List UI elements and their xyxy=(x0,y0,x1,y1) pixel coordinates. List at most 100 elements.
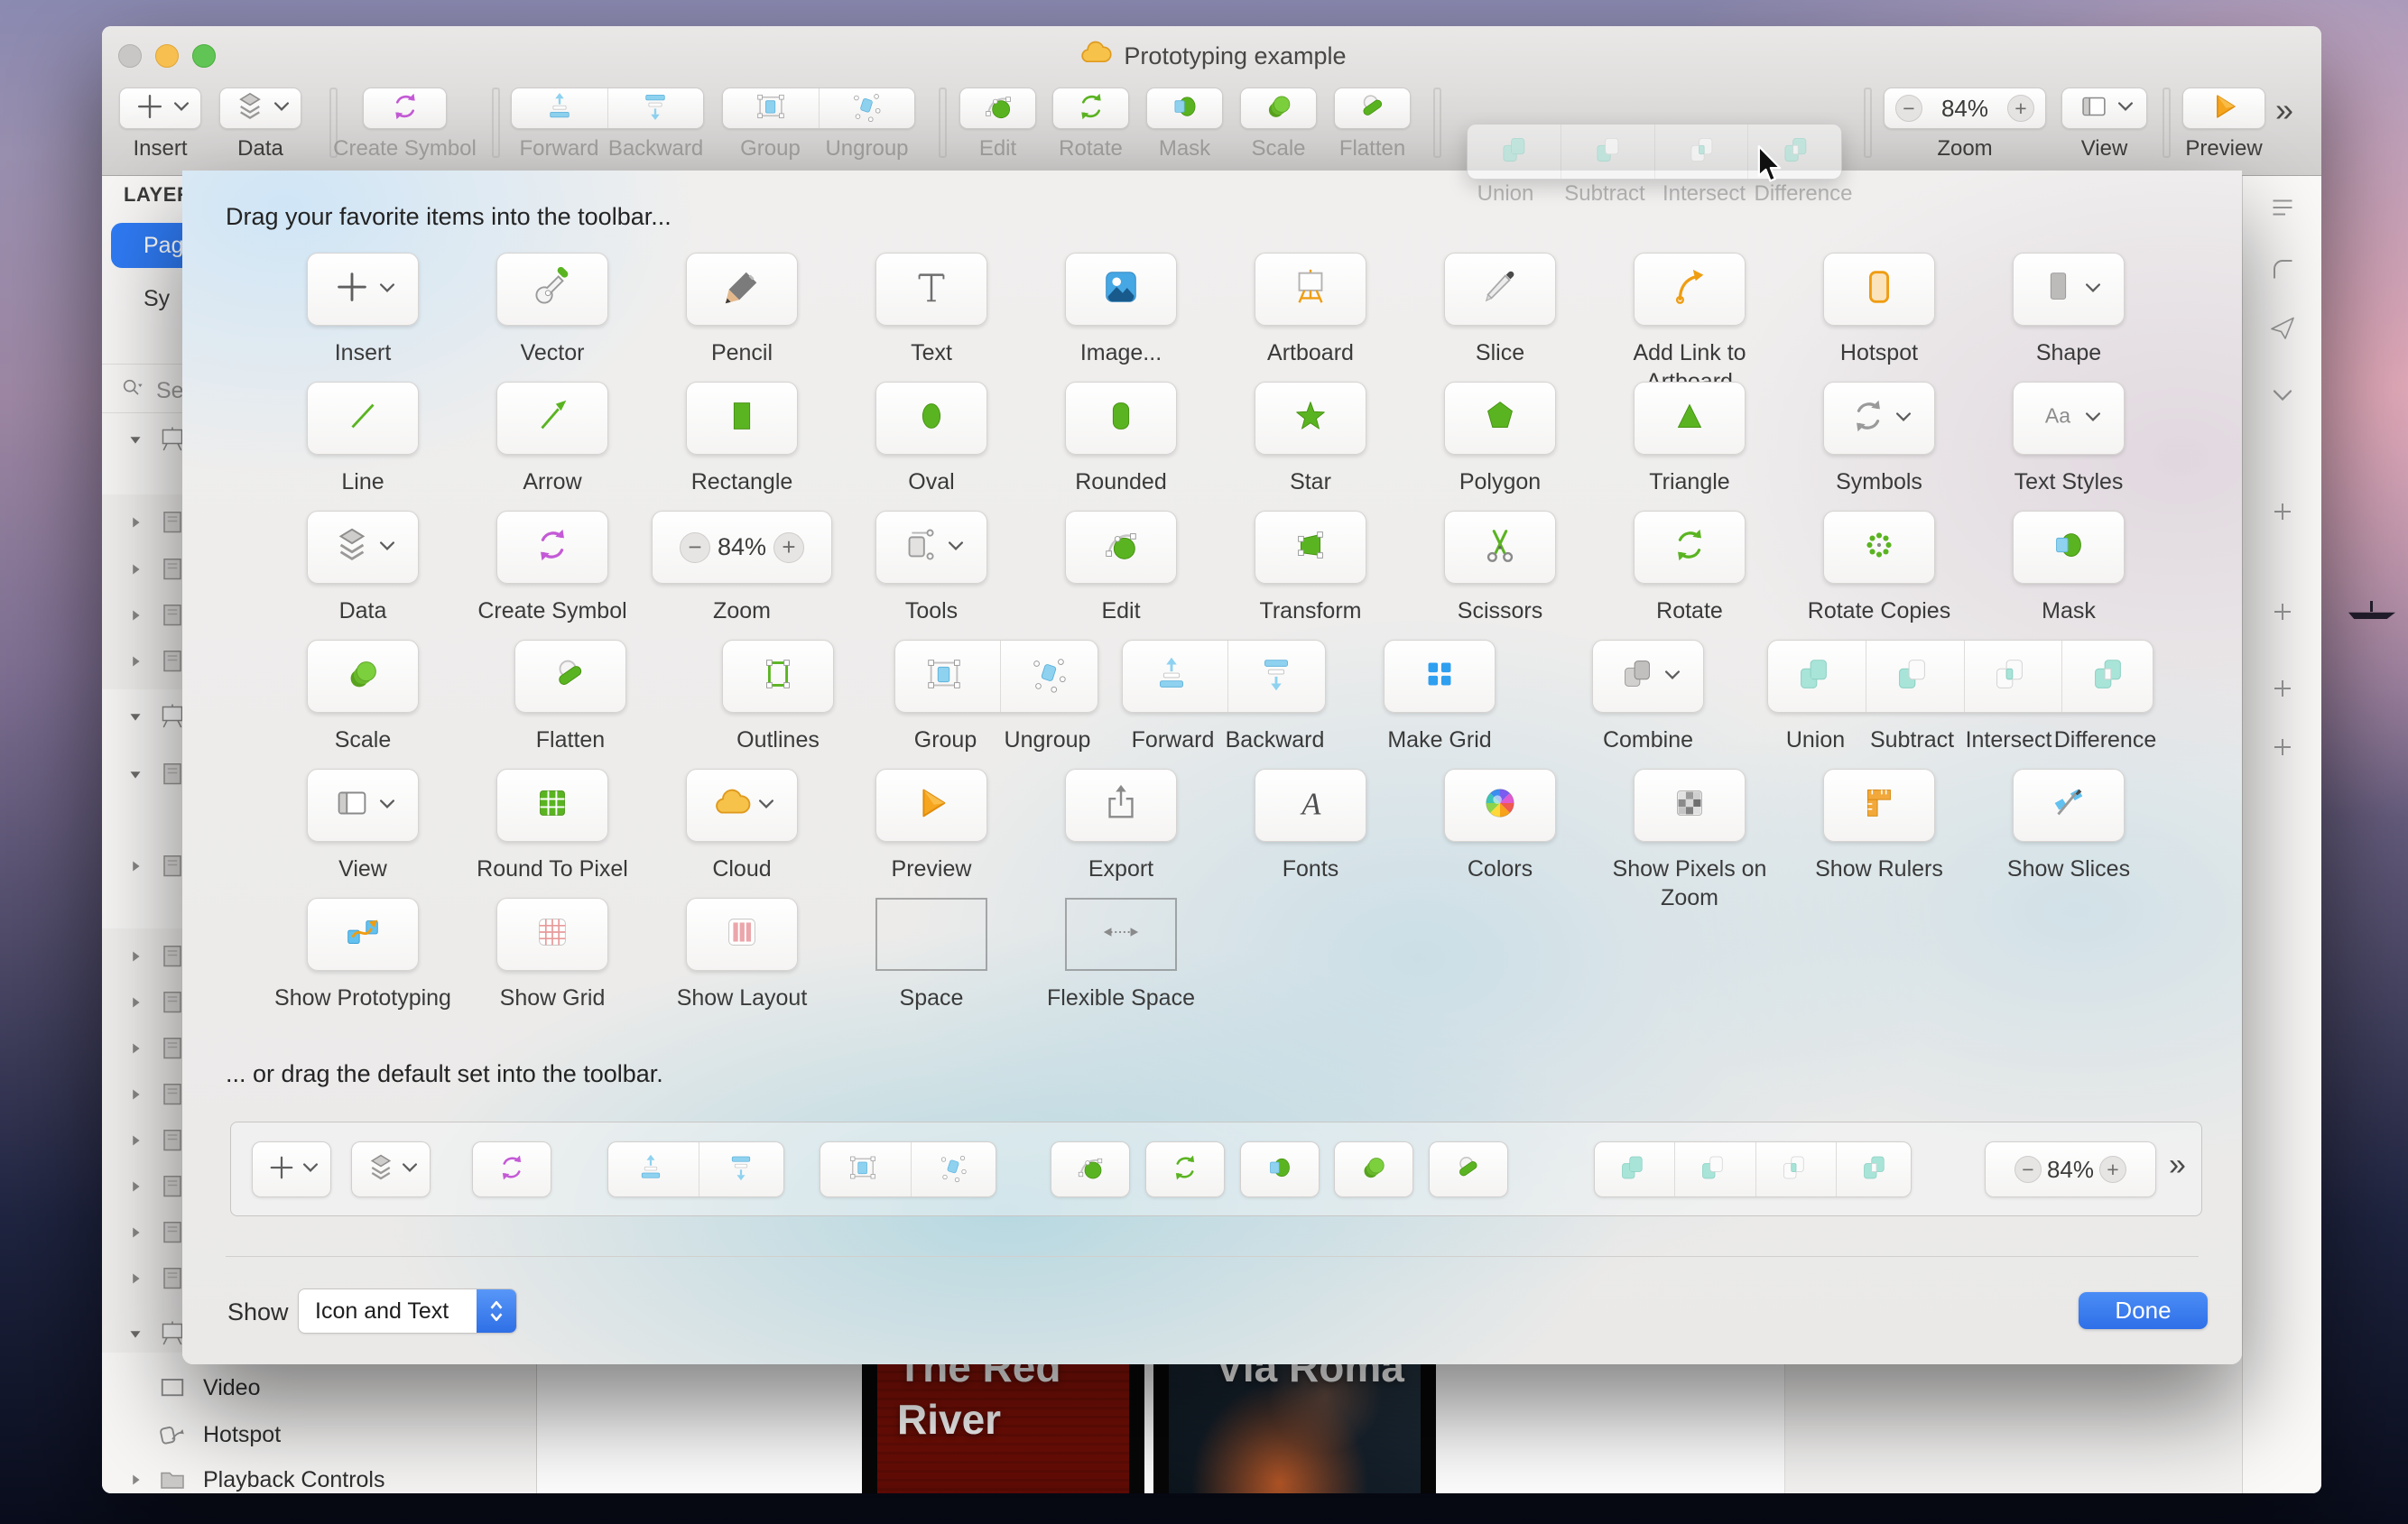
toolbar-forward-segment[interactable] xyxy=(512,88,607,128)
sheet-item-boolean-operations[interactable] xyxy=(1767,640,2153,713)
sheet-item-vector[interactable] xyxy=(496,253,608,326)
default-edit[interactable] xyxy=(1051,1141,1130,1197)
sheet-item-shape[interactable] xyxy=(2013,253,2125,326)
sheet-item-show-slices[interactable] xyxy=(2013,769,2125,842)
disclosure-down-icon[interactable] xyxy=(125,707,145,726)
disclosure-right-icon[interactable] xyxy=(125,1085,145,1104)
disclosure-right-icon[interactable] xyxy=(125,993,145,1012)
sheet-backward-segment[interactable] xyxy=(1227,641,1326,712)
sheet-item-cloud[interactable] xyxy=(686,769,798,842)
toolbar-order[interactable] xyxy=(511,88,704,129)
send-icon[interactable] xyxy=(2266,311,2299,348)
done-button[interactable]: Done xyxy=(2079,1292,2208,1329)
toolbar-view[interactable] xyxy=(2061,88,2147,129)
add-style-button[interactable] xyxy=(2266,596,2299,633)
sheet-group-segment[interactable] xyxy=(895,641,993,712)
disclosure-right-icon[interactable] xyxy=(125,1223,145,1242)
toolbar-flatten[interactable] xyxy=(1334,88,1411,129)
sheet-item-oval[interactable] xyxy=(875,382,987,455)
sheet-item-insert[interactable] xyxy=(307,253,419,326)
sheet-item-rounded[interactable] xyxy=(1065,382,1177,455)
sheet-item-round-to-pixel[interactable] xyxy=(496,769,608,842)
sheet-item-group-ungroup[interactable] xyxy=(894,640,1098,713)
sheet-item-tools[interactable] xyxy=(875,511,987,584)
default-bool-union-segment[interactable] xyxy=(1595,1142,1669,1196)
sidebar-item-hotspot[interactable]: Hotspot xyxy=(102,1414,536,1455)
zoom-in-button[interactable]: + xyxy=(2007,95,2034,122)
toolbar-overflow-button[interactable]: » xyxy=(2275,91,2293,129)
sheet-item-arrow[interactable] xyxy=(496,382,608,455)
sidebar-page-symbols[interactable]: Sy xyxy=(144,286,170,312)
sheet-item-colors[interactable] xyxy=(1444,769,1556,842)
disclosure-right-icon[interactable] xyxy=(125,1131,145,1150)
sheet-subtract-segment[interactable] xyxy=(1866,641,1957,712)
toolbar-insert[interactable] xyxy=(119,88,201,129)
sheet-item-transform[interactable] xyxy=(1255,511,1366,584)
zoom-out-button[interactable]: − xyxy=(1895,95,1922,122)
sheet-item-edit[interactable] xyxy=(1065,511,1177,584)
default-scale[interactable] xyxy=(1334,1141,1413,1197)
sheet-item-polygon[interactable] xyxy=(1444,382,1556,455)
minimize-button[interactable] xyxy=(155,44,179,68)
toolbar-ungroup-segment[interactable] xyxy=(819,88,915,128)
sheet-item-create-symbol[interactable] xyxy=(496,511,608,584)
sheet-item-image[interactable] xyxy=(1065,253,1177,326)
default-backward-segment[interactable] xyxy=(699,1142,784,1196)
zoom-window-button[interactable] xyxy=(192,44,216,68)
toolbar-preview[interactable] xyxy=(2182,88,2265,129)
sheet-item-line[interactable] xyxy=(307,382,419,455)
toolbar-grouping[interactable] xyxy=(722,88,915,129)
default-bool-intersect-segment[interactable] xyxy=(1755,1142,1830,1196)
default-overflow-button[interactable]: » xyxy=(2169,1148,2186,1183)
sheet-item-show-layout[interactable] xyxy=(686,898,798,971)
zoom-in-button[interactable]: + xyxy=(2099,1156,2126,1183)
sheet-item-show-pixels-on-zoom[interactable] xyxy=(1634,769,1746,842)
toolbar-backward-segment[interactable] xyxy=(607,88,704,128)
default-boolean-ops[interactable] xyxy=(1594,1141,1912,1197)
disclosure-right-icon[interactable] xyxy=(125,559,145,579)
sheet-ungroup-segment[interactable] xyxy=(1000,641,1098,712)
default-group-segment[interactable] xyxy=(820,1142,905,1196)
sheet-item-forward-backward[interactable] xyxy=(1122,640,1326,713)
disclosure-down-icon[interactable] xyxy=(125,1324,145,1344)
sheet-item-preview[interactable] xyxy=(875,769,987,842)
sheet-item-artboard[interactable] xyxy=(1255,253,1366,326)
sheet-item-export[interactable] xyxy=(1065,769,1177,842)
sheet-item-rotate[interactable] xyxy=(1634,511,1746,584)
zoom-out-button[interactable]: − xyxy=(2014,1156,2042,1183)
sheet-item-pencil[interactable] xyxy=(686,253,798,326)
sheet-item-show-prototyping[interactable] xyxy=(307,898,419,971)
sheet-item-text[interactable] xyxy=(875,253,987,326)
sheet-item-data[interactable] xyxy=(307,511,419,584)
default-grouping[interactable] xyxy=(820,1141,996,1197)
sheet-item-flexible-space[interactable] xyxy=(1065,898,1177,971)
sheet-intersect-segment[interactable] xyxy=(1964,641,2055,712)
toolbar-rotate[interactable] xyxy=(1052,88,1129,129)
list-lines-icon[interactable] xyxy=(2266,191,2299,228)
disclosure-right-icon[interactable] xyxy=(125,1039,145,1058)
sheet-item-scissors[interactable] xyxy=(1444,511,1556,584)
default-create-symbol[interactable] xyxy=(472,1141,551,1197)
close-button[interactable] xyxy=(118,44,142,68)
sheet-item-make-grid[interactable] xyxy=(1384,640,1496,713)
toolbar-mask[interactable] xyxy=(1146,88,1223,129)
disclosure-down-icon[interactable] xyxy=(125,429,145,449)
toolbar-data[interactable] xyxy=(219,88,301,129)
default-bool-subtract-segment[interactable] xyxy=(1674,1142,1749,1196)
sheet-item-view[interactable] xyxy=(307,769,419,842)
sheet-item-add-link-to-artboard[interactable] xyxy=(1634,253,1746,326)
sheet-item-combine[interactable] xyxy=(1592,640,1704,713)
add-style-button[interactable] xyxy=(2266,495,2299,532)
default-rotate[interactable] xyxy=(1145,1141,1225,1197)
sheet-item-fonts[interactable]: A xyxy=(1255,769,1366,842)
default-forward-segment[interactable] xyxy=(608,1142,693,1196)
sheet-item-show-rulers[interactable] xyxy=(1823,769,1935,842)
disclosure-right-icon[interactable] xyxy=(125,605,145,625)
disclosure-down-icon[interactable] xyxy=(125,764,145,784)
default-ungroup-segment[interactable] xyxy=(911,1142,996,1196)
sheet-item-symbols[interactable] xyxy=(1823,382,1935,455)
sheet-forward-segment[interactable] xyxy=(1123,641,1220,712)
sidebar-item-video[interactable]: Video xyxy=(102,1367,536,1409)
sheet-item-text-styles[interactable]: Aa xyxy=(2013,382,2125,455)
disclosure-right-icon[interactable] xyxy=(125,856,145,876)
